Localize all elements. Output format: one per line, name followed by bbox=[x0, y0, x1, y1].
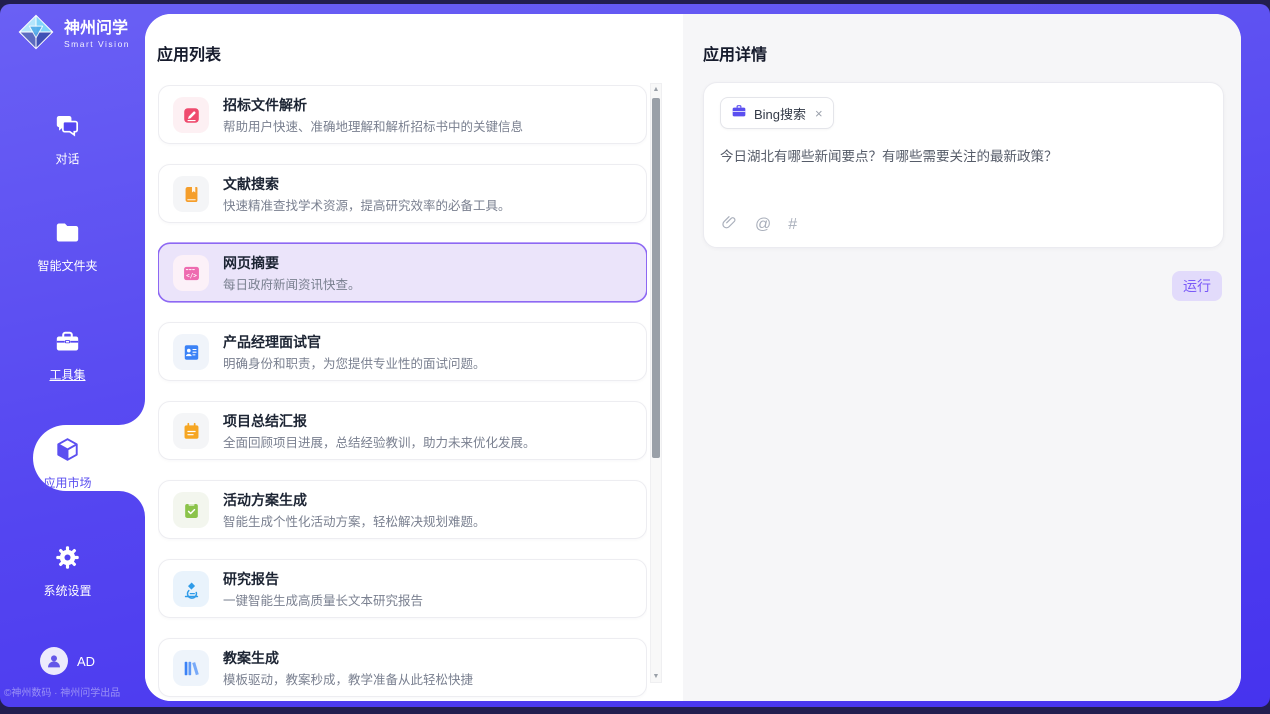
clipboard-check-icon bbox=[173, 492, 209, 528]
avatar bbox=[40, 647, 68, 675]
scroll-up-icon[interactable]: ▲ bbox=[651, 86, 661, 93]
interviewer-icon bbox=[173, 334, 209, 370]
app-detail-title: 应用详情 bbox=[703, 41, 767, 65]
app-list-panel: 应用列表 招标文件解析 帮助用户快速、准确地理解和解析招标书中的关键信息 文献搜… bbox=[145, 14, 683, 701]
sidebar-item-label: 应用市场 bbox=[0, 474, 135, 491]
app-item-title: 研究报告 bbox=[223, 571, 423, 588]
composer-toolbar: @# bbox=[721, 214, 797, 235]
app-list-item[interactable]: 项目总结汇报 全面回顾项目进展，总结经验教训，助力未来优化发展。 bbox=[158, 401, 647, 460]
app-item-desc: 快速精准查找学术资源，提高研究效率的必备工具。 bbox=[223, 199, 511, 214]
app-item-desc: 模板驱动，教案秒成，教学准备从此轻松快捷 bbox=[223, 673, 473, 688]
brand-diamond-icon bbox=[16, 12, 56, 57]
app-item-title: 教案生成 bbox=[223, 650, 473, 667]
user-label: AD bbox=[77, 654, 95, 669]
app-item-desc: 明确身份和职责，为您提供专业性的面试问题。 bbox=[223, 357, 486, 372]
app-list-item[interactable]: 文献搜索 快速精准查找学术资源，提高研究效率的必备工具。 bbox=[158, 164, 647, 223]
at-icon[interactable]: @ bbox=[755, 216, 771, 233]
app-window: 神州问学 Smart Vision 对话智能文件夹工具集应用市场系统设置 AD … bbox=[0, 0, 1270, 714]
app-item-desc: 帮助用户快速、准确地理解和解析招标书中的关键信息 bbox=[223, 120, 523, 135]
app-item-title: 招标文件解析 bbox=[223, 97, 523, 114]
user-row[interactable]: AD bbox=[0, 647, 135, 675]
app-list-title: 应用列表 bbox=[157, 41, 221, 65]
brand-subtitle: Smart Vision bbox=[64, 39, 130, 49]
toolbox-icon bbox=[54, 342, 81, 359]
app-item-desc: 全面回顾项目进展，总结经验教训，助力未来优化发展。 bbox=[223, 436, 536, 451]
paperclip-icon[interactable] bbox=[721, 214, 738, 235]
chat-icon bbox=[54, 126, 81, 143]
browser-code-icon: </> bbox=[173, 255, 209, 291]
report-note-icon bbox=[173, 413, 209, 449]
sidebar-item-chat[interactable]: 对话 bbox=[0, 112, 135, 167]
prompt-input[interactable]: 今日湖北有哪些新闻要点？有哪些需要关注的最新政策？ bbox=[720, 147, 1207, 166]
sidebar-item-label: 系统设置 bbox=[0, 582, 135, 599]
folder-icon bbox=[54, 233, 81, 250]
hash-icon[interactable]: # bbox=[788, 216, 797, 233]
run-button[interactable]: 运行 bbox=[1172, 271, 1222, 301]
sidebar-item-gear[interactable]: 系统设置 bbox=[0, 544, 135, 599]
prompt-composer-card: Bing搜索 × 今日湖北有哪些新闻要点？有哪些需要关注的最新政策？ @# bbox=[703, 82, 1224, 248]
gear-icon bbox=[54, 558, 81, 575]
person-icon bbox=[45, 652, 63, 670]
app-list-item[interactable]: 产品经理面试官 明确身份和职责，为您提供专业性的面试问题。 bbox=[158, 322, 647, 381]
brand-name: 神州问学 bbox=[64, 20, 130, 38]
sidebar-item-label: 智能文件夹 bbox=[0, 257, 135, 274]
app-item-desc: 智能生成个性化活动方案，轻松解决规划难题。 bbox=[223, 515, 486, 530]
app-list-item[interactable]: 活动方案生成 智能生成个性化活动方案，轻松解决规划难题。 bbox=[158, 480, 647, 539]
sidebar-item-cube[interactable]: 应用市场 bbox=[0, 436, 135, 491]
app-item-title: 文献搜索 bbox=[223, 176, 511, 193]
brand-logo: 神州问学 Smart Vision bbox=[16, 12, 130, 57]
scrollbar-thumb[interactable] bbox=[652, 98, 660, 458]
app-list: 招标文件解析 帮助用户快速、准确地理解和解析招标书中的关键信息 文献搜索 快速精… bbox=[158, 85, 647, 701]
sidebar-item-toolbox[interactable]: 工具集 bbox=[0, 328, 135, 383]
svg-text:</>: </> bbox=[186, 272, 197, 279]
close-icon[interactable]: × bbox=[815, 106, 823, 121]
app-list-item[interactable]: </> 网页摘要 每日政府新闻资讯快查。 bbox=[158, 243, 647, 302]
app-item-title: 产品经理面试官 bbox=[223, 334, 486, 351]
tool-tag-bing-search[interactable]: Bing搜索 × bbox=[720, 97, 834, 129]
content-area: 应用列表 招标文件解析 帮助用户快速、准确地理解和解析招标书中的关键信息 文献搜… bbox=[145, 14, 1241, 701]
scrollbar[interactable]: ▲ ▼ bbox=[650, 83, 662, 683]
tool-tag-label: Bing搜索 bbox=[754, 104, 806, 123]
app-item-title: 项目总结汇报 bbox=[223, 413, 536, 430]
copyright-footer: ©神州数码 · 神州问学出品 bbox=[4, 684, 144, 699]
sidebar-item-folder[interactable]: 智能文件夹 bbox=[0, 219, 135, 274]
app-list-item[interactable]: 研究报告 一键智能生成高质量长文本研究报告 bbox=[158, 559, 647, 618]
book-icon bbox=[173, 176, 209, 212]
sidebar-item-label: 工具集 bbox=[0, 366, 135, 383]
microscope-icon bbox=[173, 571, 209, 607]
app-list-item[interactable]: 教案生成 模板驱动，教案秒成，教学准备从此轻松快捷 bbox=[158, 638, 647, 697]
app-item-title: 活动方案生成 bbox=[223, 492, 486, 509]
contract-edit-icon bbox=[173, 97, 209, 133]
app-item-title: 网页摘要 bbox=[223, 255, 361, 272]
scroll-down-icon[interactable]: ▼ bbox=[651, 673, 661, 680]
app-detail-panel: 应用详情 Bing搜索 × 今日湖北有哪些新闻要点？有哪些需要关注的最新政策？ … bbox=[683, 14, 1241, 701]
cube-icon bbox=[54, 450, 81, 467]
app-list-item[interactable]: 招标文件解析 帮助用户快速、准确地理解和解析招标书中的关键信息 bbox=[158, 85, 647, 144]
briefcase-icon bbox=[731, 103, 747, 124]
books-icon bbox=[173, 650, 209, 686]
app-item-desc: 每日政府新闻资讯快查。 bbox=[223, 278, 361, 293]
sidebar-item-label: 对话 bbox=[0, 150, 135, 167]
app-item-desc: 一键智能生成高质量长文本研究报告 bbox=[223, 594, 423, 609]
